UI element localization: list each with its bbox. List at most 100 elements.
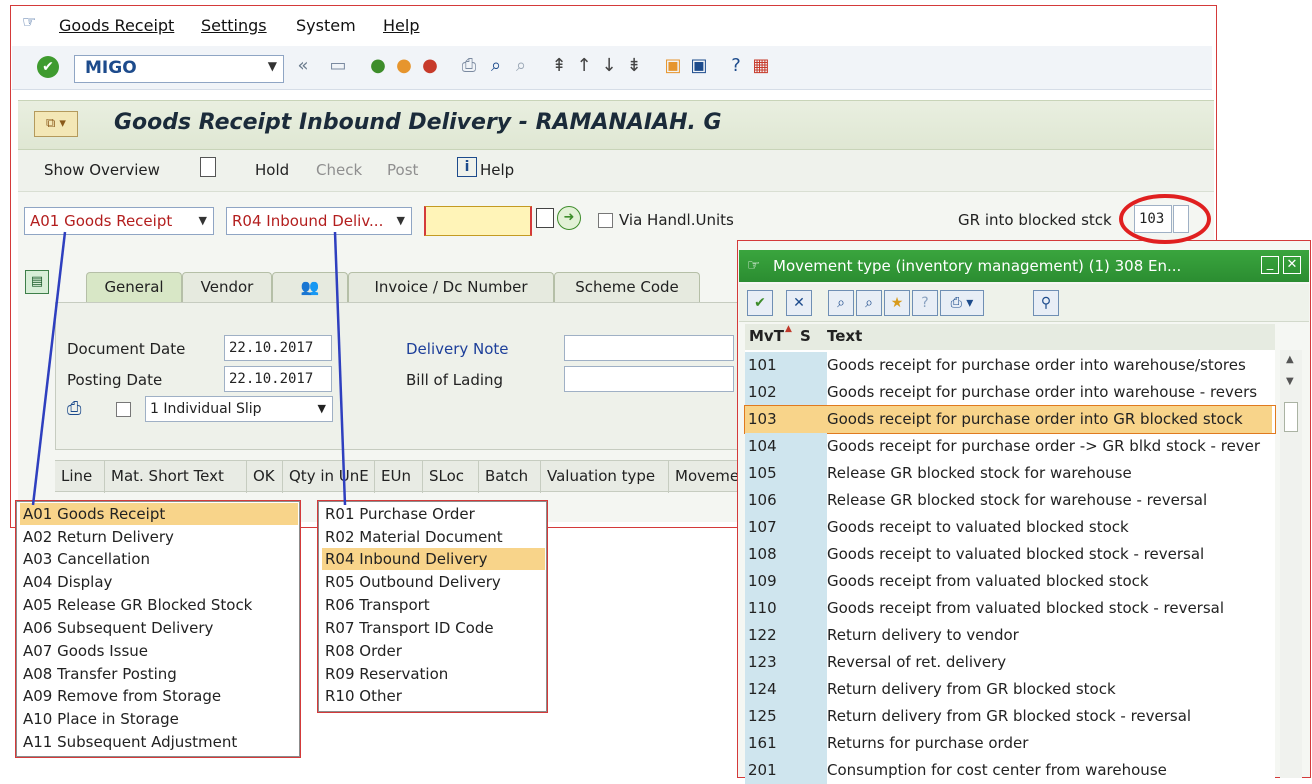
list-item[interactable]: R02 Material Document (322, 526, 503, 548)
back-icon[interactable]: « (292, 55, 314, 77)
col-batch[interactable]: Batch (479, 461, 541, 493)
scroll-thumb[interactable] (1284, 402, 1298, 432)
tab-partner[interactable]: 👥 (272, 272, 348, 302)
col-qty[interactable]: Qty in UnE (283, 461, 375, 493)
execute-icon[interactable]: ➜ (557, 206, 581, 230)
list-item[interactable]: A01 Goods Receipt (20, 503, 298, 525)
list-item[interactable]: A06 Subsequent Delivery (20, 617, 213, 639)
reference-number-input[interactable] (424, 206, 532, 236)
filter-icon[interactable]: ⚲ (1033, 290, 1059, 316)
table-row[interactable]: 107 Goods receipt to valuated blocked sto… (745, 514, 1275, 541)
help-button[interactable]: Help (480, 161, 514, 179)
layout-icon[interactable]: ▦ (750, 55, 772, 77)
table-row[interactable]: 104 Goods receipt for purchase order -> G… (745, 433, 1275, 460)
create-session-icon[interactable]: ▣ (662, 55, 684, 77)
menu-icon[interactable]: ☞ (22, 12, 36, 31)
print-icon[interactable]: ⎙ (458, 55, 480, 77)
minimize-icon[interactable]: _ (1261, 256, 1279, 274)
menu-goods-receipt[interactable]: Goods Receipt (59, 16, 174, 35)
help-icon[interactable]: ? (725, 55, 747, 77)
gr-blocked-stock-input[interactable]: 103 (1134, 205, 1172, 233)
list-item[interactable]: A08 Transfer Posting (20, 663, 177, 685)
via-handl-units-checkbox[interactable] (598, 213, 613, 228)
menu-help[interactable]: Help (383, 16, 419, 35)
col-valuation-type[interactable]: Valuation type (541, 461, 669, 493)
document-date-input[interactable]: 22.10.2017 (224, 335, 332, 361)
table-row[interactable]: 124 Return delivery from GR blocked stock (745, 676, 1275, 703)
close-icon[interactable]: ✕ (1283, 256, 1301, 274)
bill-of-lading-input[interactable] (564, 366, 734, 392)
posting-date-input[interactable]: 22.10.2017 (224, 366, 332, 392)
list-item[interactable]: A03 Cancellation (20, 548, 150, 570)
col-sloc[interactable]: SLoc (423, 461, 479, 493)
back-green-icon[interactable]: ● (367, 55, 389, 77)
table-row[interactable]: 101 Goods receipt for purchase order into… (745, 352, 1275, 379)
table-row[interactable]: 125 Return delivery from GR blocked stock… (745, 703, 1275, 730)
list-item[interactable]: A02 Return Delivery (20, 526, 174, 548)
first-page-icon[interactable]: ⇞ (548, 55, 570, 77)
scroll-down-icon[interactable]: ▼ (1286, 376, 1294, 387)
table-row[interactable]: 102 Goods receipt for purchase order into… (745, 379, 1275, 406)
col-text[interactable]: Text (827, 327, 862, 345)
tab-scheme-code[interactable]: Scheme Code (554, 272, 700, 302)
exit-icon[interactable]: ● (393, 55, 415, 77)
action-select[interactable]: A01 Goods Receipt ▼ (24, 207, 214, 235)
find-next-icon[interactable]: ⌕ (510, 55, 532, 77)
post-button[interactable]: Post (387, 161, 418, 179)
list-item[interactable]: R06 Transport (322, 594, 430, 616)
gr-blocked-stock-f4[interactable] (1173, 205, 1189, 233)
table-row[interactable]: 106 Release GR blocked stock for warehous… (745, 487, 1275, 514)
list-item[interactable]: A09 Remove from Storage (20, 685, 221, 707)
list-item[interactable]: A10 Place in Storage (20, 708, 179, 730)
slip-select[interactable]: 1 Individual Slip ▼ (145, 396, 333, 422)
new-document-icon[interactable] (200, 157, 216, 177)
shortcut-icon[interactable]: ▣ (688, 55, 710, 77)
detail-toggle-icon[interactable]: ▤ (25, 270, 49, 294)
title-menu-icon[interactable]: ⧉ ▾ (34, 111, 78, 137)
table-row[interactable]: 123 Reversal of ret. delivery (745, 649, 1275, 676)
list-item[interactable]: R09 Reservation (322, 663, 448, 685)
list-item[interactable]: A07 Goods Issue (20, 640, 148, 662)
print-icon[interactable]: ⎙ (67, 398, 81, 419)
accept-icon[interactable]: ✔ (747, 290, 773, 316)
find-next-icon[interactable]: ⌕ (856, 290, 882, 316)
table-row[interactable]: 105 Release GR blocked stock for warehous… (745, 460, 1275, 487)
save-icon[interactable]: ▭ (327, 55, 349, 77)
cancel-icon[interactable]: ✕ (786, 290, 812, 316)
find-icon[interactable]: ⌕ (485, 55, 507, 77)
copy-icon[interactable] (536, 208, 554, 228)
table-row[interactable]: 103 Goods receipt for purchase order into… (744, 405, 1276, 434)
print-checkbox[interactable] (116, 402, 131, 417)
cancel-icon[interactable]: ● (419, 55, 441, 77)
col-s[interactable]: S (800, 327, 811, 345)
next-page-icon[interactable]: ↓ (598, 55, 620, 77)
movement-type-dialog-title-bar[interactable]: ☞ Movement type (inventory management) (… (739, 250, 1309, 282)
last-page-icon[interactable]: ⇟ (623, 55, 645, 77)
col-ok[interactable]: OK (247, 461, 283, 493)
col-eun[interactable]: EUn (375, 461, 423, 493)
col-mvt[interactable]: MvT (749, 327, 784, 345)
info-icon[interactable]: i (457, 157, 477, 177)
list-item[interactable]: R10 Other (322, 685, 402, 707)
list-item[interactable]: R01 Purchase Order (322, 503, 475, 525)
table-row[interactable]: 108 Goods receipt to valuated blocked sto… (745, 541, 1275, 568)
table-row[interactable]: 201 Consumption for cost center from ware… (745, 757, 1275, 784)
col-line[interactable]: Line (55, 461, 105, 493)
menu-system[interactable]: System (296, 16, 356, 35)
table-row[interactable]: 110 Goods receipt from valuated blocked s… (745, 595, 1275, 622)
show-overview-button[interactable]: Show Overview (44, 161, 160, 179)
table-row[interactable]: 122 Return delivery to vendor (745, 622, 1275, 649)
list-item[interactable]: R04 Inbound Delivery (322, 548, 545, 570)
tab-general[interactable]: General (86, 272, 182, 302)
reference-select[interactable]: R04 Inbound Deliv... ▼ (226, 207, 412, 235)
table-row[interactable]: 109 Goods receipt from valuated blocked s… (745, 568, 1275, 595)
tab-vendor[interactable]: Vendor (182, 272, 272, 302)
info-icon[interactable]: ? (912, 290, 938, 316)
find-icon[interactable]: ⌕ (828, 290, 854, 316)
menu-settings[interactable]: Settings (201, 16, 267, 35)
scroll-up-icon[interactable]: ▲ (1286, 354, 1294, 365)
list-item[interactable]: R07 Transport ID Code (322, 617, 494, 639)
dialog-scrollbar[interactable]: ▲ ▼ (1280, 350, 1302, 778)
list-item[interactable]: R05 Outbound Delivery (322, 571, 501, 593)
tab-invoice-dc-number[interactable]: Invoice / Dc Number (348, 272, 554, 302)
